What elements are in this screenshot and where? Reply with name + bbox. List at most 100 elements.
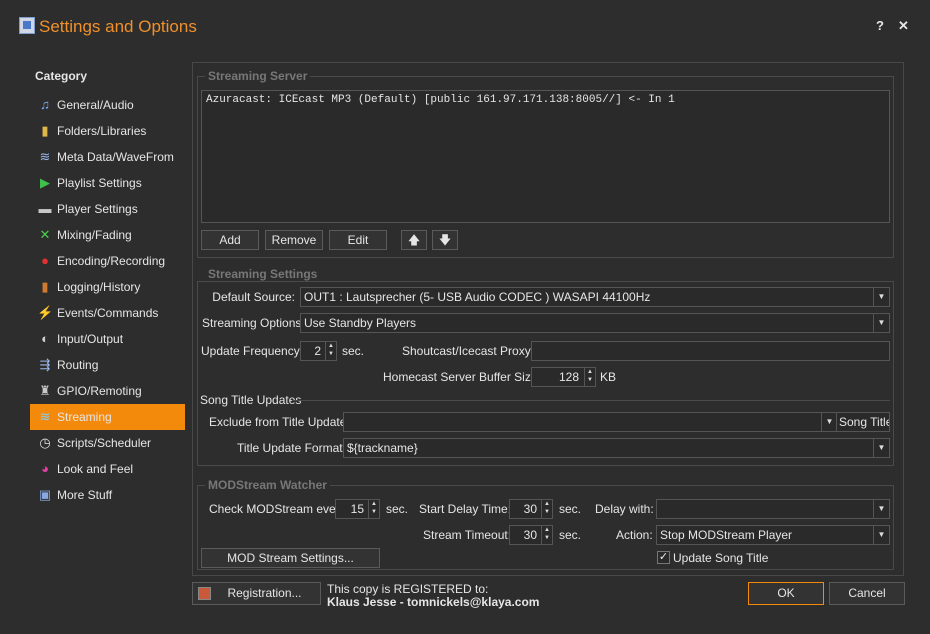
edit-button[interactable]: Edit xyxy=(329,230,387,250)
sidebar-item-label: Streaming xyxy=(57,410,112,424)
mod-stream-settings-button[interactable]: MOD Stream Settings... xyxy=(201,548,380,568)
registration-label: Registration... xyxy=(227,586,302,600)
proxy-input[interactable] xyxy=(531,341,890,361)
streaming-settings-title: Streaming Settings xyxy=(205,267,321,281)
buffer-size-spinner[interactable]: 128 ▲ ▼ xyxy=(531,367,596,387)
registration-icon xyxy=(198,587,211,600)
action-label: Action: xyxy=(616,528,653,542)
cancel-button[interactable]: Cancel xyxy=(829,582,905,605)
sidebar-item-label: Logging/History xyxy=(57,280,141,294)
sidebar-item-events-commands[interactable]: ⚡ Events/Commands xyxy=(30,300,185,326)
more-stuff-icon: ▣ xyxy=(38,487,52,502)
registered-to-label: This copy is REGISTERED to: xyxy=(327,582,489,596)
sidebar-item-label: Folders/Libraries xyxy=(57,124,147,138)
sidebar-item-playlist-settings[interactable]: ▶ Playlist Settings xyxy=(30,170,185,196)
chevron-down-icon[interactable]: ▼ xyxy=(873,439,889,457)
sidebar-item-label: More Stuff xyxy=(57,488,113,502)
chevron-down-icon[interactable]: ▼ xyxy=(873,288,889,306)
sidebar-item-general-audio[interactable]: ♫ General/Audio xyxy=(30,92,185,118)
action-select[interactable]: Stop MODStream Player ▼ xyxy=(656,525,890,545)
divider xyxy=(292,400,890,401)
spinner-arrows-icon[interactable]: ▲ ▼ xyxy=(541,500,552,518)
title-format-value: ${trackname} xyxy=(347,441,418,455)
move-down-button[interactable]: 🡇 xyxy=(432,230,458,250)
gpio-remoting-icon: ♜ xyxy=(39,383,51,398)
check-modstream-spinner[interactable]: 15 ▲ ▼ xyxy=(335,499,380,519)
sidebar-item-label: Playlist Settings xyxy=(57,176,142,190)
action-value: Stop MODStream Player xyxy=(660,528,793,542)
meta-data-wavefrom-icon: ≋ xyxy=(39,149,51,164)
sidebar-item-input-output[interactable]: ◐ Input/Output xyxy=(30,326,185,352)
sidebar-item-mixing-fading[interactable]: ✕ Mixing/Fading xyxy=(30,222,185,248)
start-delay-spinner[interactable]: 30 ▲ ▼ xyxy=(509,499,553,519)
spinner-arrows-icon[interactable]: ▲ ▼ xyxy=(584,368,595,386)
chevron-down-icon[interactable]: ▼ xyxy=(873,500,889,518)
chevron-down-icon[interactable]: ▼ xyxy=(873,526,889,544)
registration-button[interactable]: Registration... xyxy=(192,582,321,605)
category-heading: Category xyxy=(35,69,88,83)
chevron-down-icon[interactable]: ▼ xyxy=(873,314,889,332)
sidebar-item-label: General/Audio xyxy=(57,98,134,112)
routing-icon: ⇶ xyxy=(39,357,51,372)
sidebar-item-routing[interactable]: ⇶ Routing xyxy=(30,352,185,378)
title-bar: Settings and Options ? ✕ xyxy=(0,0,930,52)
sidebar-item-more-stuff[interactable]: ▣ More Stuff xyxy=(30,482,185,508)
spinner-arrows-icon[interactable]: ▲ ▼ xyxy=(325,342,336,360)
exclude-option-select[interactable]: Song Title xyxy=(836,412,890,432)
sidebar-item-encoding-recording[interactable]: ● Encoding/Recording xyxy=(30,248,185,274)
buffer-size-value: 128 xyxy=(558,370,579,384)
update-frequency-spinner[interactable]: 2 ▲ ▼ xyxy=(300,341,337,361)
checkmark-icon: ✓ xyxy=(658,551,669,563)
arrow-down-icon: 🡇 xyxy=(438,233,452,247)
streaming-options-label: Streaming Options: xyxy=(202,316,305,330)
ok-button[interactable]: OK xyxy=(748,582,824,605)
sidebar-item-folders-libraries[interactable]: ▮ Folders/Libraries xyxy=(30,118,185,144)
sidebar-item-streaming[interactable]: ≋ Streaming xyxy=(30,404,185,430)
scripts-scheduler-icon: ◷ xyxy=(39,435,51,450)
sidebar-item-gpio-remoting[interactable]: ♜ GPIO/Remoting xyxy=(30,378,185,404)
move-up-button[interactable]: 🡅 xyxy=(401,230,427,250)
help-button[interactable]: ? xyxy=(876,18,884,34)
spinner-arrows-icon[interactable]: ▲ ▼ xyxy=(541,526,552,544)
server-list[interactable]: Azuracast: ICEcast MP3 (Default) [public… xyxy=(201,90,890,223)
logging-history-icon: ▮ xyxy=(41,279,49,294)
sidebar-item-meta-data-wavefrom[interactable]: ≋ Meta Data/WaveFrom xyxy=(30,144,185,170)
registered-name: Klaus Jesse - tomnickels@klaya.com xyxy=(327,595,540,609)
title-format-select[interactable]: ${trackname} ▼ xyxy=(343,438,890,458)
sidebar-item-label: Routing xyxy=(57,358,99,372)
remove-button[interactable]: Remove xyxy=(265,230,323,250)
update-song-title-label: Update Song Title xyxy=(673,551,769,565)
sidebar-item-label: Player Settings xyxy=(57,202,138,216)
check-modstream-label: Check MODStream every: xyxy=(209,502,350,516)
sidebar-item-look-and-feel[interactable]: ◕ Look and Feel xyxy=(30,456,185,482)
update-song-title-checkbox[interactable]: ✓ xyxy=(657,551,670,564)
start-delay-unit: sec. xyxy=(559,502,582,516)
sidebar-item-label: Mixing/Fading xyxy=(57,228,132,242)
buffer-size-label: Homecast Server Buffer Size: xyxy=(383,370,541,384)
sidebar-item-scripts-scheduler[interactable]: ◷ Scripts/Scheduler xyxy=(30,430,185,456)
update-frequency-unit: sec. xyxy=(342,344,365,358)
streaming-server-title: Streaming Server xyxy=(205,69,311,83)
server-list-item[interactable]: Azuracast: ICEcast MP3 (Default) [public… xyxy=(206,94,885,106)
streaming-icon: ≋ xyxy=(39,409,51,424)
stream-timeout-spinner[interactable]: 30 ▲ ▼ xyxy=(509,525,553,545)
general-audio-icon: ♫ xyxy=(40,97,50,112)
default-source-select[interactable]: OUT1 : Lautsprecher (5- USB Audio CODEC … xyxy=(300,287,890,307)
look-and-feel-icon: ◕ xyxy=(41,461,49,476)
delay-with-select[interactable]: ▼ xyxy=(656,499,890,519)
add-button[interactable]: Add xyxy=(201,230,259,250)
modstream-watcher-title: MODStream Watcher xyxy=(205,478,330,492)
sidebar-item-player-settings[interactable]: ▬ Player Settings xyxy=(30,196,185,222)
check-modstream-value: 15 xyxy=(350,502,364,516)
events-commands-icon: ⚡ xyxy=(37,305,54,320)
close-button[interactable]: ✕ xyxy=(898,18,909,34)
exclude-input[interactable]: ▼ xyxy=(343,412,838,432)
sidebar-item-label: Encoding/Recording xyxy=(57,254,166,268)
streaming-options-select[interactable]: Use Standby Players ▼ xyxy=(300,313,890,333)
streaming-options-value: Use Standby Players xyxy=(304,316,417,330)
stream-timeout-unit: sec. xyxy=(559,528,582,542)
chevron-down-icon[interactable]: ▼ xyxy=(821,413,837,431)
spinner-arrows-icon[interactable]: ▲ ▼ xyxy=(368,500,379,518)
sidebar-item-logging-history[interactable]: ▮ Logging/History xyxy=(30,274,185,300)
stream-timeout-value: 30 xyxy=(523,528,537,542)
